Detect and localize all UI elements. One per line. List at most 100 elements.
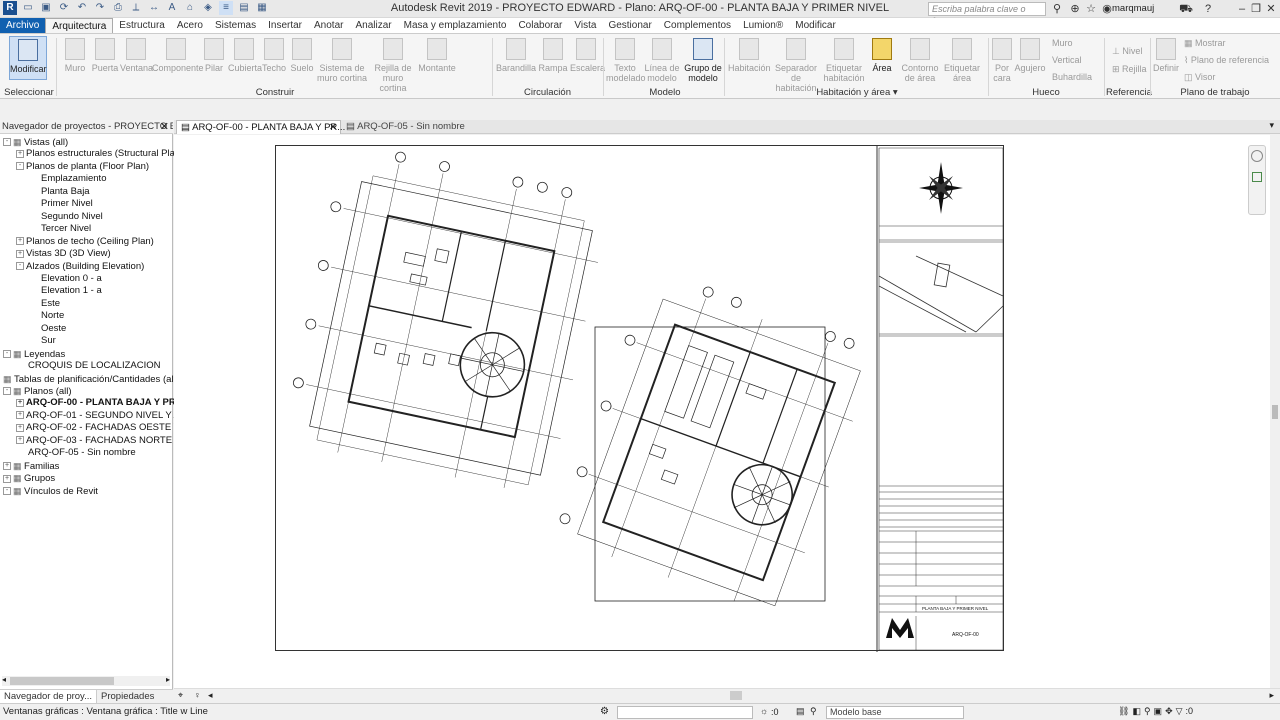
favorites-icon[interactable]: ☆ <box>1083 1 1099 17</box>
tab-menu-7[interactable]: Analizar <box>349 18 397 33</box>
browser-item[interactable]: - ▦ Leyendas <box>3 348 65 361</box>
text-icon[interactable]: A <box>165 1 179 15</box>
floor-plan-ground[interactable] <box>281 146 612 497</box>
editable-icon[interactable]: ☼ <box>760 706 768 716</box>
scroll-left-icon[interactable]: ◂ <box>2 675 6 684</box>
collapse-icon[interactable]: - <box>3 387 11 396</box>
tab-menu-8[interactable]: Masa y emplazamiento <box>398 18 513 33</box>
tabs-dropdown-icon[interactable]: ▾ <box>1269 120 1274 131</box>
horizontal-scroll-thumb[interactable] <box>730 691 742 700</box>
browser-item[interactable]: ▦ Tablas de planificación/Cantidades (al… <box>3 373 179 386</box>
tab-properties[interactable]: Propiedades <box>97 690 158 703</box>
expand-icon[interactable]: + <box>16 149 24 158</box>
ribbon-tool-separador-de-habitación[interactable]: Separador de habitación <box>770 36 822 93</box>
close-hidden-icon[interactable]: ▤ <box>237 1 251 15</box>
ribbon-tool-puerta[interactable]: Puerta <box>90 36 120 73</box>
tab-menu-14[interactable]: Modificar <box>789 18 842 33</box>
workset-select[interactable] <box>617 706 753 719</box>
level-button[interactable]: ⊥ Nivel <box>1112 46 1142 57</box>
scroll-right-icon[interactable]: ▸ <box>1269 690 1274 701</box>
browser-item[interactable]: - ▦ Planos (all) <box>3 385 72 398</box>
ribbon-tool-sistema-de-muro-cortina[interactable]: Sistema de muro cortina <box>316 36 368 83</box>
ribbon-tool-rampa[interactable]: Rampa <box>536 36 570 73</box>
browser-item[interactable]: Oeste <box>29 323 66 335</box>
expand-icon[interactable]: + <box>16 237 24 246</box>
revit-app-icon[interactable]: R <box>3 1 17 15</box>
close-tab-icon[interactable]: ✕ <box>329 121 337 135</box>
browser-item[interactable]: Tercer Nivel <box>29 223 91 235</box>
expand-icon[interactable]: + <box>16 249 24 258</box>
filter-icon[interactable]: ⚲ <box>810 706 817 717</box>
tab-menu-3[interactable]: Acero <box>171 18 209 33</box>
restore-icon[interactable]: ❐ <box>1248 1 1264 17</box>
select-pinned-icon[interactable]: ⚲ <box>1144 706 1151 717</box>
measure-icon[interactable]: ⟂ <box>129 1 143 15</box>
tab-menu-6[interactable]: Anotar <box>308 18 349 33</box>
ribbon-tool-pilar[interactable]: Pilar <box>200 36 228 73</box>
browser-item[interactable]: + Vistas 3D (3D View) <box>16 248 111 260</box>
ribbon-tool-cubierta[interactable]: Cubierta <box>228 36 262 73</box>
tab-menu-13[interactable]: Lumion® <box>737 18 789 33</box>
collapse-icon[interactable]: - <box>16 261 24 270</box>
scroll-thumb[interactable] <box>10 677 114 685</box>
detail-icon[interactable]: ♀ <box>194 690 201 700</box>
browser-item[interactable]: + ARQ-OF-00 - PLANTA BAJA Y PRIMER <box>16 397 199 409</box>
browser-item[interactable]: Elevation 0 - a <box>29 273 102 285</box>
browser-item[interactable]: Este <box>29 298 60 310</box>
switch-windows-icon[interactable]: ▦ <box>255 1 269 15</box>
browser-item[interactable]: Elevation 1 - a <box>29 285 102 297</box>
tab-file[interactable]: Archivo <box>0 18 46 33</box>
ribbon-tool-grupo-de-modelo[interactable]: Grupo de modelo <box>680 36 726 83</box>
ribbon-tool-escalera[interactable]: Escalera <box>570 36 605 73</box>
canvas-horizontal-scrollbar[interactable]: ⌖ ♀ ◂ ▸ <box>174 688 1280 702</box>
expand-icon[interactable]: + <box>3 462 11 471</box>
ribbon-tool-muro[interactable]: Muro <box>60 36 90 73</box>
design-option-select[interactable]: Modelo base <box>826 706 964 719</box>
show-button[interactable]: ▦ Mostrar <box>1184 38 1226 49</box>
sync-icon[interactable]: ⟳ <box>57 1 71 15</box>
tab-menu-12[interactable]: Complementos <box>658 18 737 33</box>
collapse-icon[interactable]: - <box>16 162 24 171</box>
browser-item[interactable]: ARQ-OF-05 - Sin nombre <box>16 447 136 459</box>
ribbon-tool-etiquetar-habitación[interactable]: Etiquetar habitación <box>822 36 866 83</box>
browser-item[interactable]: Emplazamiento <box>29 173 106 185</box>
opening-tool-1[interactable]: Vertical <box>1052 55 1082 65</box>
modify-button[interactable]: Modificar <box>9 36 47 80</box>
tab-menu-1[interactable]: Arquitectura <box>45 18 114 33</box>
search-input[interactable]: Escriba palabra clave o frase <box>928 2 1046 26</box>
scroll-right-icon[interactable]: ▸ <box>166 675 170 684</box>
browser-item[interactable]: + Planos estructurales (Structural Plan) <box>16 148 183 160</box>
tab-view-arq-of-00[interactable]: ▤ ARQ-OF-00 - PLANTA BAJA Y PR... ✕ <box>176 120 345 135</box>
ribbon-tool-montante[interactable]: Montante <box>418 36 456 73</box>
browser-item[interactable]: - Alzados (Building Elevation) <box>16 261 144 273</box>
binoculars-icon[interactable]: ⚲ <box>1049 1 1065 17</box>
scroll-left-icon[interactable]: ◂ <box>208 690 213 701</box>
user-name[interactable]: marqmauj <box>1112 3 1154 14</box>
collapse-icon[interactable]: - <box>3 487 11 496</box>
filter-selection-icon[interactable]: ▽ <box>1176 706 1183 717</box>
view-scale-icon[interactable]: ⌖ <box>178 690 183 701</box>
tab-menu-2[interactable]: Estructura <box>113 18 171 33</box>
set-workplane-button[interactable]: Definir <box>1152 36 1180 73</box>
browser-item[interactable]: Sur <box>29 335 56 347</box>
ribbon-tool-agujero[interactable]: Agujero <box>1014 36 1046 73</box>
expand-icon[interactable]: + <box>16 436 24 445</box>
3d-view-icon[interactable]: ⌂ <box>183 1 197 15</box>
ribbon-tool-suelo[interactable]: Suelo <box>288 36 316 73</box>
steering-wheel-icon[interactable] <box>1251 150 1263 162</box>
tab-menu-9[interactable]: Colaborar <box>512 18 568 33</box>
drag-elements-icon[interactable]: ✥ <box>1165 706 1173 717</box>
close-icon[interactable]: ✕ <box>1263 1 1279 17</box>
floor-plan-first[interactable] <box>553 266 879 618</box>
vertical-scroll-thumb[interactable] <box>1272 405 1278 419</box>
ribbon-tool-barandilla[interactable]: Barandilla <box>496 36 536 73</box>
browser-item[interactable]: + ▦ Grupos <box>3 472 55 485</box>
ribbon-tool-componente[interactable]: Componente <box>152 36 204 73</box>
expand-icon[interactable]: + <box>16 411 24 420</box>
worksharing-icon[interactable]: ⚙ <box>600 706 609 717</box>
browser-item[interactable]: - Planos de planta (Floor Plan) <box>16 161 149 173</box>
ribbon-tool-habitación[interactable]: Habitación <box>728 36 771 73</box>
panel-habitacion-label[interactable]: Habitación y área ▾ <box>726 87 988 98</box>
canvas-vertical-scrollbar[interactable] <box>1270 135 1280 688</box>
expand-icon[interactable]: + <box>3 474 11 483</box>
